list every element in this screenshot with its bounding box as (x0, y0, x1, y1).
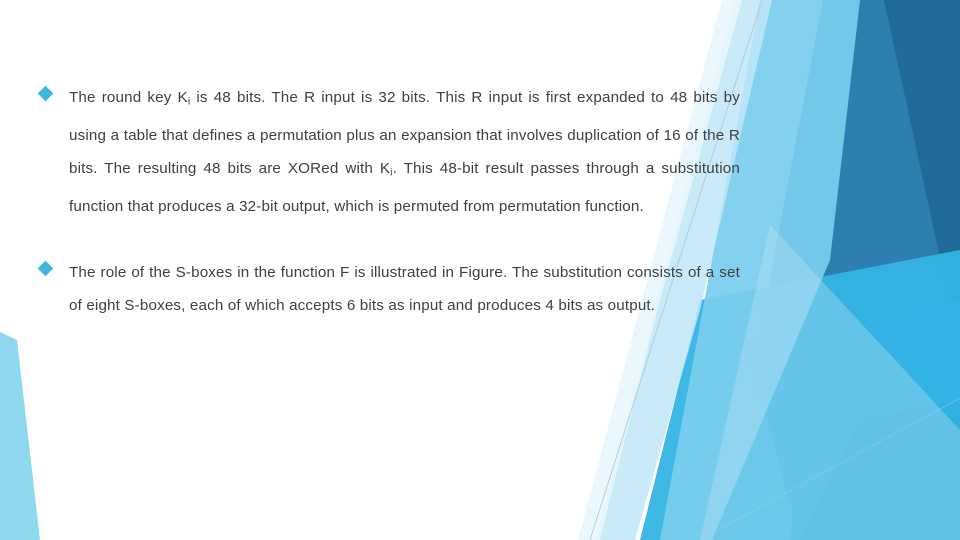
diamond-bullet-icon (37, 260, 54, 277)
bullet-item-2-text: The role of the S-boxes in the function … (69, 264, 740, 315)
bullet-1-lead: The round key K (69, 89, 188, 106)
slide-content: The round key Ki is 48 bits. The R input… (0, 0, 960, 540)
bullet-item-1-text: The round key Ki is 48 bits. The R input… (69, 81, 740, 223)
slide-canvas: The round key Ki is 48 bits. The R input… (0, 0, 960, 540)
diamond-bullet-icon (37, 85, 54, 102)
